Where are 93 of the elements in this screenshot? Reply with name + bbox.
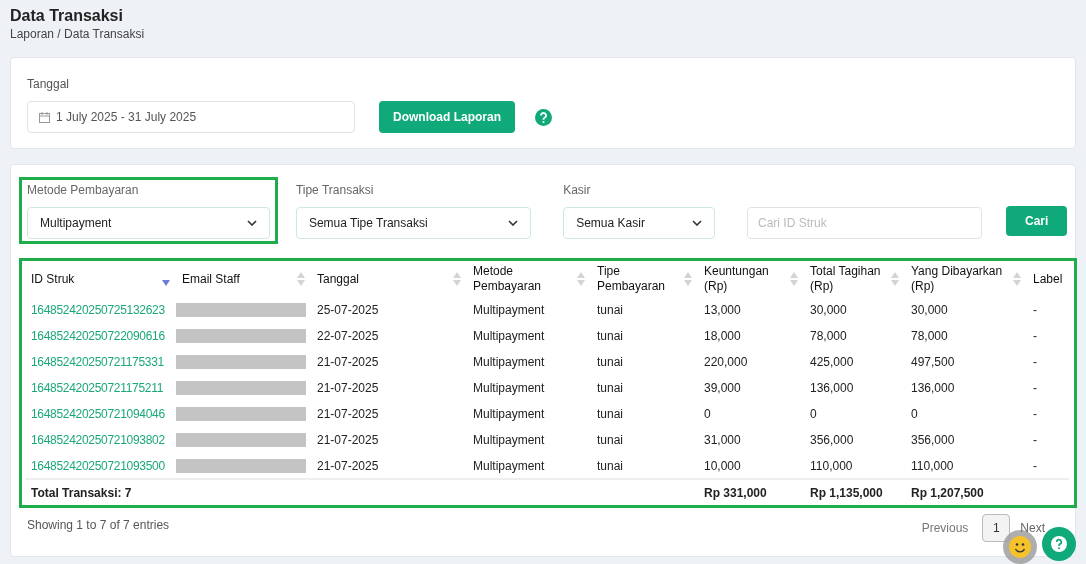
chevron-down-icon xyxy=(692,220,702,226)
total-cell: Rp 1,207,500 xyxy=(911,485,984,500)
table-cell: tunai xyxy=(597,303,624,317)
table-cell: Multipayment xyxy=(473,407,545,421)
table-cell: Multipayment xyxy=(473,433,545,447)
table-cell: 30,000 xyxy=(810,303,847,317)
table-cell: 13,000 xyxy=(704,303,741,317)
table-cell: 220,000 xyxy=(704,355,748,369)
table-cell: - xyxy=(1033,433,1037,447)
table-cell: tunai xyxy=(597,458,624,473)
page-title: Data Transaksi xyxy=(10,6,124,26)
total-cell: Rp 331,000 xyxy=(704,485,767,500)
table-cell: 78,000 xyxy=(810,329,847,343)
sort-icon[interactable] xyxy=(684,272,692,286)
table-cell: 21-07-2025 xyxy=(317,433,379,447)
table-cell: 497,500 xyxy=(911,355,955,369)
table-cell: 0 xyxy=(911,407,918,421)
entries-info: Showing 1 to 7 of 7 entries xyxy=(27,517,170,534)
total-cell: Rp 1,135,000 xyxy=(810,485,883,500)
table-cell: tunai xyxy=(597,381,624,395)
column-header[interactable]: Label xyxy=(1033,271,1063,287)
table-cell: - xyxy=(1033,407,1037,421)
column-header[interactable]: Yang Dibayarkan (Rp) xyxy=(911,264,1011,294)
search-field[interactable]: Cari ID Struk xyxy=(747,207,983,239)
table-cell: 30,000 xyxy=(911,303,948,317)
help-icon[interactable] xyxy=(535,108,552,126)
breadcrumb: Laporan / Data Transaksi xyxy=(10,26,146,42)
page-button[interactable]: 1 xyxy=(982,514,1011,542)
help-icon xyxy=(1051,536,1067,552)
table-cell: 21-07-2025 xyxy=(317,407,379,421)
table-cell: tunai xyxy=(597,329,624,343)
sort-icon[interactable] xyxy=(297,272,305,286)
table-cell: 18,000 xyxy=(704,329,741,343)
next-link[interactable]: Next xyxy=(1020,519,1045,537)
table-cell: 356,000 xyxy=(911,433,955,447)
table-cell: tunai xyxy=(597,407,624,421)
smiley-icon xyxy=(1009,536,1031,558)
table-cell: 0 xyxy=(704,407,711,421)
table-cell: - xyxy=(1033,458,1037,473)
table-cell: 31,000 xyxy=(704,433,741,447)
table-cell: 21-07-2025 xyxy=(317,381,379,395)
sort-icon[interactable] xyxy=(891,272,899,286)
table-cell: 356,000 xyxy=(810,433,854,447)
date-range-field[interactable]: 1 July 2025 - 31 July 2025 xyxy=(27,101,355,133)
sort-descending-icon[interactable] xyxy=(162,280,170,286)
sort-icon[interactable] xyxy=(1013,272,1021,286)
select-field[interactable]: Multipayment xyxy=(27,207,270,239)
table-cell: Multipayment xyxy=(473,303,545,317)
column-header[interactable]: Tanggal xyxy=(317,271,360,287)
table-cell: 425,000 xyxy=(810,355,854,369)
table-cell: 110,000 xyxy=(810,458,853,473)
table-cell: 136,000 xyxy=(810,381,854,395)
table-cell: Multipayment xyxy=(473,355,545,369)
column-header[interactable]: Email Staff xyxy=(182,271,240,287)
table-cell: 78,000 xyxy=(911,329,948,343)
feedback-button[interactable] xyxy=(1003,530,1037,564)
table-cell: 10,000 xyxy=(704,458,741,473)
filter-label: Tipe Transaksi xyxy=(295,182,375,199)
sort-icon[interactable] xyxy=(790,272,798,286)
table-cell: 110,000 xyxy=(911,458,954,473)
table-cell: 0 xyxy=(810,407,817,421)
table-cell: - xyxy=(1033,303,1037,317)
table-cell: Multipayment xyxy=(473,381,545,395)
sort-icon[interactable] xyxy=(453,272,461,286)
table-cell: tunai xyxy=(597,355,624,369)
chevron-down-icon xyxy=(246,220,257,226)
table-cell: 22-07-2025 xyxy=(317,329,379,343)
table-cell: Multipayment xyxy=(473,329,545,343)
table-cell: - xyxy=(1033,381,1037,395)
column-header[interactable]: Total Tagihan (Rp) xyxy=(810,264,889,294)
table-cell: - xyxy=(1033,329,1037,343)
filter-label: Kasir xyxy=(563,182,592,199)
column-header[interactable]: Metode Pembayaran xyxy=(473,264,575,294)
table-cell: 39,000 xyxy=(704,381,741,395)
table-cell: 21-07-2025 xyxy=(317,458,379,473)
table-cell: - xyxy=(1033,355,1037,369)
table-cell: 136,000 xyxy=(911,381,955,395)
previous-link[interactable]: Previous xyxy=(921,519,969,537)
filter-label: Metode Pembayaran xyxy=(27,182,140,199)
sort-icon[interactable] xyxy=(577,272,585,286)
calendar-icon xyxy=(39,111,50,123)
table-cell: Multipayment xyxy=(473,458,545,473)
chevron-down-icon xyxy=(508,220,519,226)
column-header[interactable]: ID Struk xyxy=(31,271,75,287)
select-field[interactable]: Semua Kasir xyxy=(563,207,715,239)
column-header[interactable]: Keuntungan (Rp) xyxy=(704,264,788,294)
total-count: Total Transaksi: 7 xyxy=(31,485,132,500)
table-cell: tunai xyxy=(597,433,624,447)
column-header[interactable]: Tipe Pembayaran xyxy=(597,264,682,294)
date-label: Tanggal xyxy=(27,76,71,93)
table-cell: 21-07-2025 xyxy=(317,355,379,369)
select-field[interactable]: Semua Tipe Transaksi xyxy=(295,207,532,239)
table-cell: 25-07-2025 xyxy=(317,303,379,317)
